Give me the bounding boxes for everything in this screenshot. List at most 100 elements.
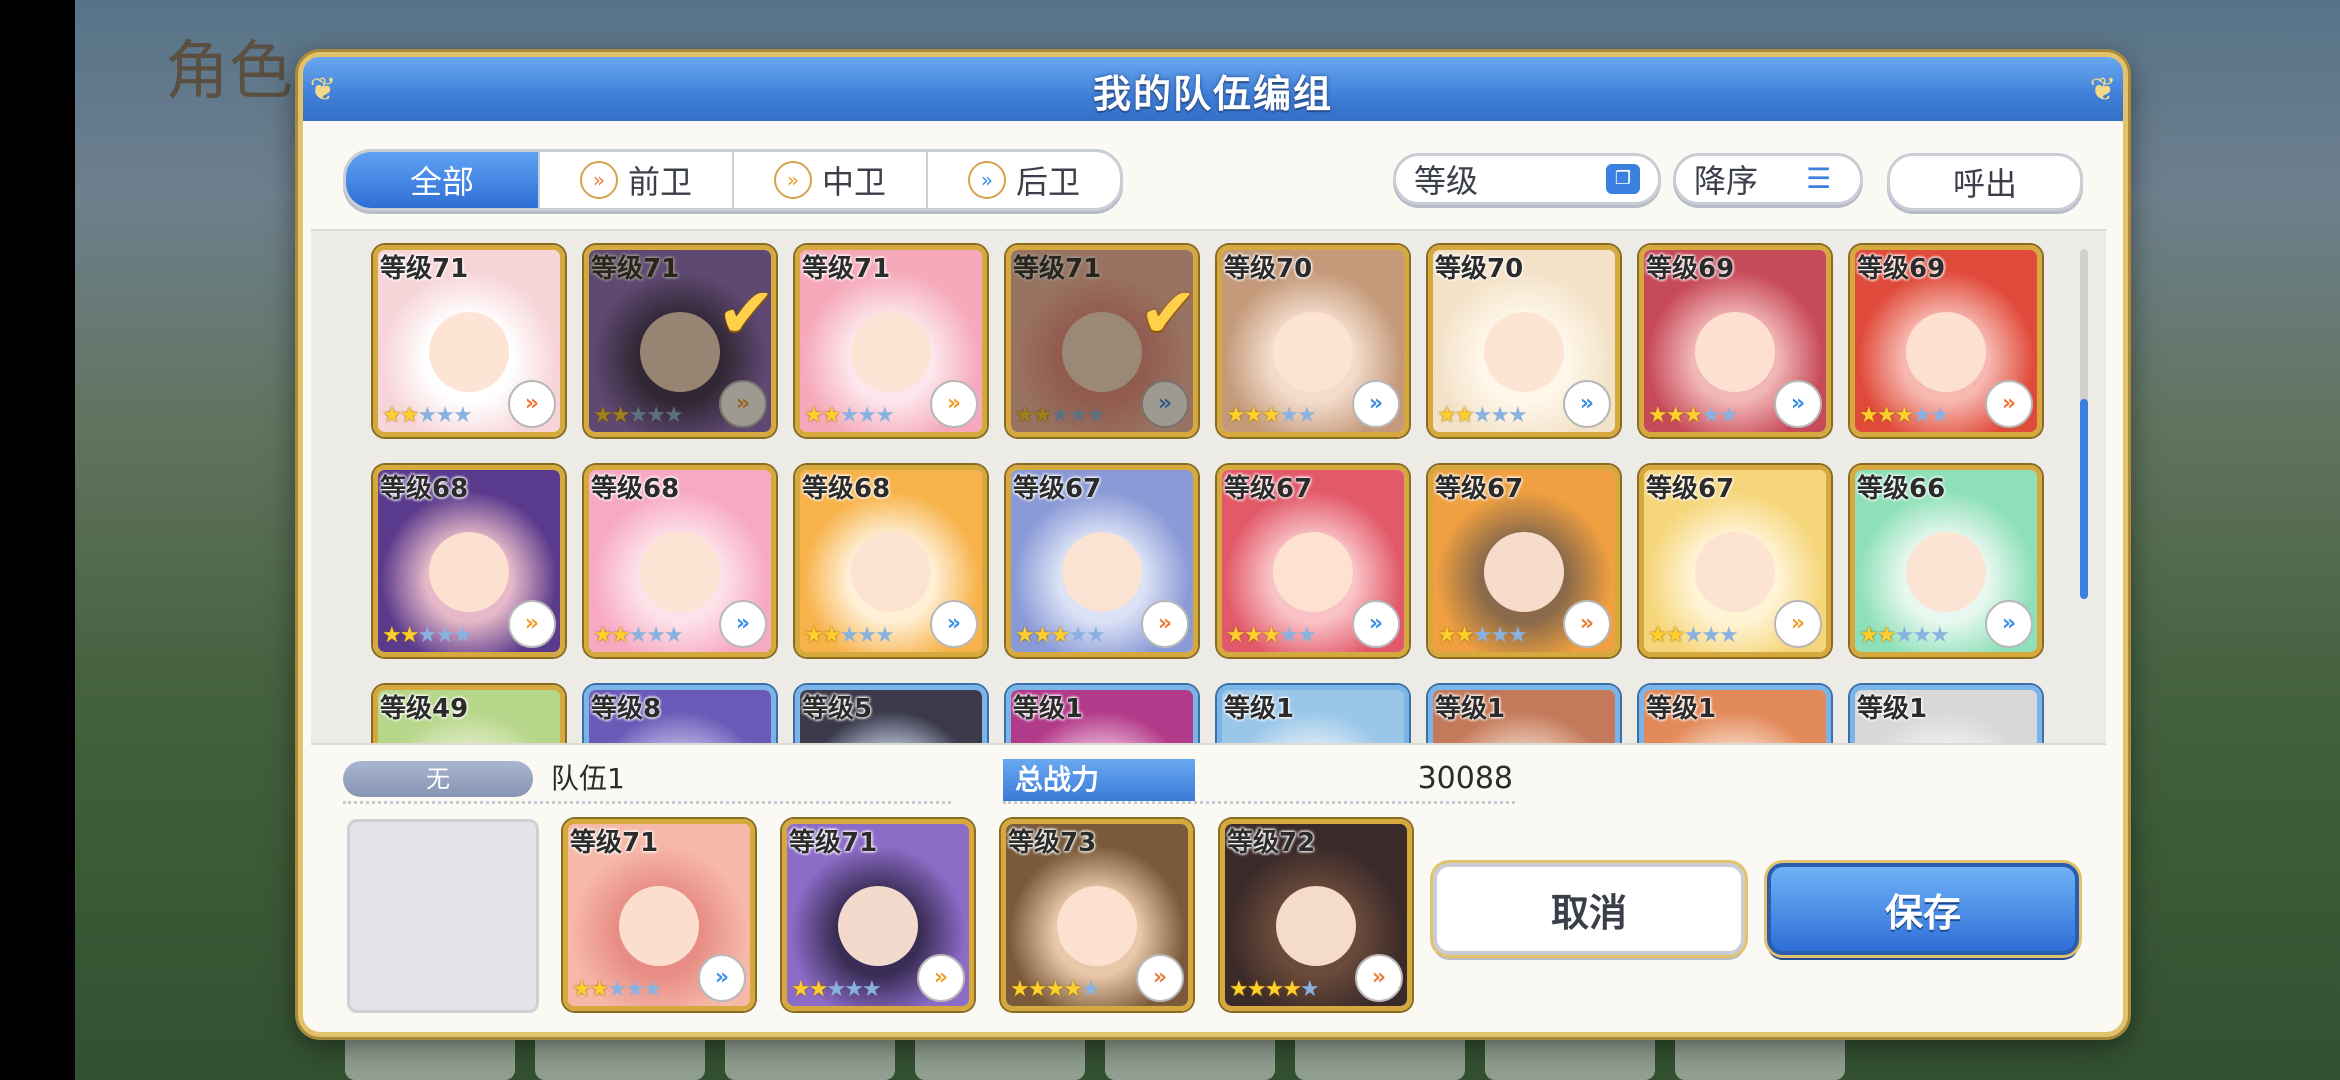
character-card[interactable]: 等级49★★★★★» — [373, 685, 565, 743]
character-card[interactable]: 等级68 ★★★★★» — [584, 465, 776, 657]
level-label: 等级68 — [802, 474, 891, 504]
front-role-icon: » — [1563, 600, 1611, 648]
star-rating: ★★★★★ — [572, 977, 663, 1002]
character-card[interactable]: 等级71 ★★★★★» — [795, 245, 987, 437]
callout-label: 呼出 — [1952, 165, 2017, 203]
total-power-label: 总战力 — [1003, 759, 1195, 801]
character-card[interactable]: 等级67 ★★★★★» — [1428, 465, 1620, 657]
divider-right — [1003, 801, 1515, 804]
level-sort-button[interactable]: 等级 ❐ — [1393, 153, 1661, 205]
tab-front[interactable]: » 前卫 — [540, 152, 734, 208]
tab-middle-label: 中卫 — [821, 163, 886, 201]
grid-scrollbar[interactable] — [2080, 249, 2088, 599]
character-card[interactable]: 等级1★★★★★» — [1006, 685, 1198, 743]
character-card[interactable]: 等级68 ★★★★★» — [373, 465, 565, 657]
tab-back[interactable]: » 后卫 — [928, 152, 1120, 208]
star-icon: ★ — [1299, 977, 1320, 1002]
character-card[interactable]: 等级68 ★★★★★» — [795, 465, 987, 657]
star-icon: ★ — [1929, 623, 1950, 648]
level-label: 等级1 — [1224, 694, 1295, 724]
character-card[interactable]: 等级70 ★★★★★» — [1217, 245, 1409, 437]
cancel-button[interactable]: 取消 — [1433, 863, 1745, 955]
character-card[interactable]: 等级69 ★★★★★» — [1639, 245, 1831, 437]
character-card[interactable]: 等级71 ★★★★★» ✔ — [1006, 245, 1198, 437]
tab-middle[interactable]: » 中卫 — [734, 152, 928, 208]
star-icon: ★ — [1296, 623, 1317, 648]
star-icon: ★ — [1454, 623, 1475, 648]
character-card[interactable]: 等级1★★★★★» — [1428, 685, 1620, 743]
back-role-icon: » — [1985, 600, 2033, 648]
back-role-icon: » — [698, 954, 746, 1002]
star-rating: ★★★★★ — [1437, 623, 1528, 648]
star-rating: ★★★★★ — [1437, 403, 1528, 428]
star-rating: ★★★★★ — [804, 623, 895, 648]
character-card[interactable]: 等级8★★★★★» — [584, 685, 776, 743]
star-icon: ★ — [874, 403, 895, 428]
level-label: 等级72 — [1227, 828, 1316, 858]
star-rating: ★★★★★ — [1859, 403, 1950, 428]
star-icon: ★ — [1454, 403, 1475, 428]
star-rating: ★★★★★ — [593, 623, 684, 648]
star-icon: ★ — [646, 403, 666, 428]
back-role-icon: » — [967, 161, 1006, 199]
character-grid: 等级71 ★★★★★» 等级71 ★★★★★» ✔ 等级71 ★★★★★» 等级71 ★★★★★… — [373, 245, 2042, 743]
middle-role-icon: » — [773, 161, 812, 199]
dialog-title: 我的队伍编组 — [1092, 72, 1333, 116]
character-card[interactable]: 等级67 ★★★★★» — [1006, 465, 1198, 657]
front-role-icon: » — [1141, 600, 1189, 648]
star-icon: ★ — [435, 623, 455, 648]
star-icon: ★ — [1068, 403, 1088, 428]
star-icon: ★ — [821, 623, 842, 648]
star-icon: ★ — [1472, 403, 1492, 428]
middle-role-icon: » — [719, 380, 767, 428]
back-role-icon: » — [1352, 600, 1400, 648]
star-icon: ★ — [1507, 623, 1528, 648]
character-grid-area[interactable]: 等级71 ★★★★★» 等级71 ★★★★★» ✔ 等级71 ★★★★★» 等级71 ★★★★★… — [311, 229, 2106, 745]
star-icon: ★ — [1876, 403, 1897, 428]
layers-icon: ❐ — [1606, 164, 1640, 194]
star-icon: ★ — [839, 623, 859, 648]
callout-button[interactable]: 呼出 — [1887, 153, 2083, 211]
grid-scrollbar-thumb[interactable] — [2080, 399, 2088, 599]
star-icon: ★ — [1243, 623, 1264, 648]
character-card[interactable]: 等级67 ★★★★★» — [1217, 465, 1409, 657]
team-member-card[interactable]: 等级73 ★★★★★» — [1001, 819, 1193, 1011]
character-card[interactable]: 等级67 ★★★★★» — [1639, 465, 1831, 657]
level-label: 等级68 — [380, 474, 469, 504]
star-icon: ★ — [804, 403, 824, 428]
star-icon: ★ — [572, 977, 592, 1002]
character-card[interactable]: 等级5★★★★★» — [795, 685, 987, 743]
character-card[interactable]: 等级66 ★★★★★» — [1850, 465, 2042, 657]
star-icon: ★ — [589, 977, 610, 1002]
tab-all[interactable]: 全部 — [346, 152, 540, 208]
ornament-right-icon: ❦ — [2089, 70, 2117, 108]
empty-team-slot[interactable] — [347, 819, 539, 1013]
character-card[interactable]: 等级1★★★★★» — [1639, 685, 1831, 743]
character-card[interactable]: 等级1★★★★★» — [1850, 685, 2042, 743]
star-icon: ★ — [1032, 403, 1053, 428]
level-label: 等级71 — [802, 254, 891, 284]
team-tag: 无 — [343, 761, 533, 797]
team-member-card[interactable]: 等级72 ★★★★★» — [1220, 819, 1412, 1011]
back-role-icon: » — [719, 600, 767, 648]
character-card[interactable]: 等级69 ★★★★★» — [1850, 245, 2042, 437]
character-card[interactable]: 等级71 ★★★★★» — [373, 245, 565, 437]
star-icon: ★ — [625, 977, 645, 1002]
star-icon: ★ — [1859, 403, 1879, 428]
level-label: 等级71 — [1013, 254, 1102, 284]
star-rating: ★★★★★ — [1859, 623, 1950, 648]
character-card[interactable]: 等级71 ★★★★★» ✔ — [584, 245, 776, 437]
tab-back-label: 后卫 — [1015, 163, 1080, 201]
star-icon: ★ — [1050, 403, 1070, 428]
character-card[interactable]: 等级1★★★★★» — [1217, 685, 1409, 743]
star-rating: ★★★★★ — [1648, 403, 1739, 428]
star-icon: ★ — [1912, 403, 1932, 428]
team-member-card[interactable]: 等级71 ★★★★★» — [782, 819, 974, 1011]
star-rating: ★★★★★ — [382, 403, 473, 428]
team-member-card[interactable]: 等级71 ★★★★★» — [563, 819, 755, 1011]
level-label: 等级71 — [591, 254, 680, 284]
save-button[interactable]: 保存 — [1767, 863, 2079, 955]
character-card[interactable]: 等级70 ★★★★★» — [1428, 245, 1620, 437]
order-toggle-button[interactable]: 降序 ☰ — [1673, 153, 1863, 205]
star-icon: ★ — [1261, 623, 1281, 648]
